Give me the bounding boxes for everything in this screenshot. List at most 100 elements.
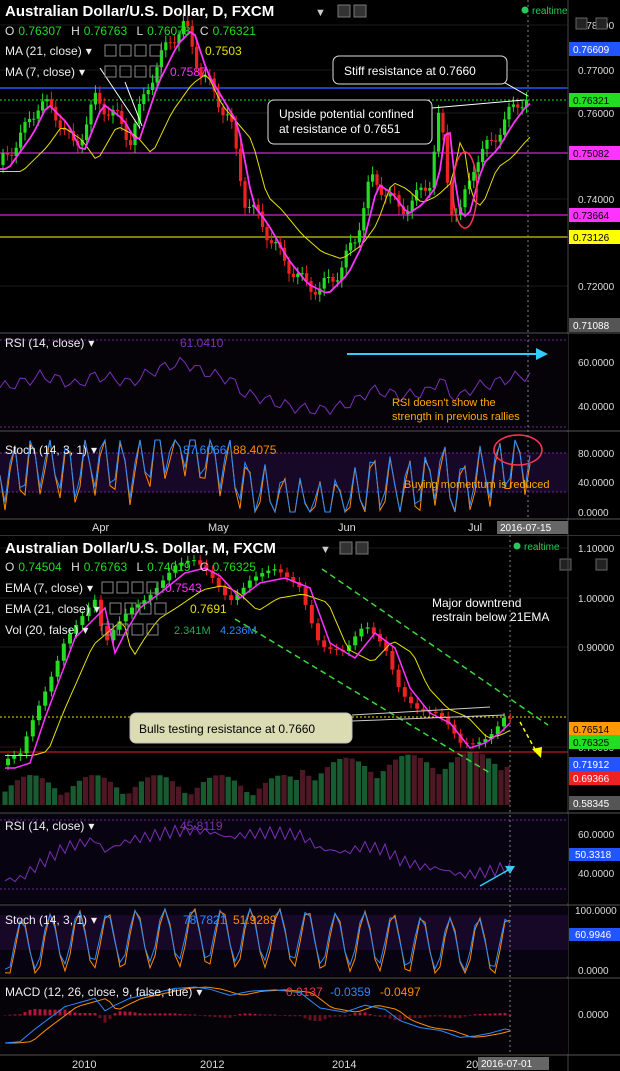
- candle-body: [309, 605, 314, 624]
- volume-bar: [411, 755, 417, 805]
- daily-stoch-label[interactable]: Stoch (14, 3, 1) ▾: [5, 443, 97, 457]
- indicator-controls[interactable]: [101, 581, 159, 594]
- macd-hist-bar: [218, 1015, 222, 1018]
- macd-hist-bar: [503, 1012, 507, 1016]
- candle-body: [115, 109, 119, 112]
- macd-hist-bar: [363, 1012, 367, 1016]
- candle-body: [254, 576, 258, 581]
- daily-stoch-d-value: 88.4075: [233, 443, 277, 457]
- candle-body: [344, 250, 348, 268]
- callout-bulls-testing: Bulls testing resistance at 0.7660: [129, 712, 353, 744]
- daily-rsi-label[interactable]: RSI (14, close) ▾: [5, 336, 94, 350]
- price-tag-text: 0.71088: [573, 321, 610, 332]
- macd-hist-bar: [153, 1013, 157, 1016]
- candle-body: [489, 140, 493, 142]
- macd-hist-bar: [23, 1012, 27, 1016]
- monthly-stoch-label[interactable]: Stoch (14, 3, 1) ▾: [5, 913, 97, 927]
- volume-bar: [231, 780, 237, 805]
- callout-stiff-resistance: Stiff resistance at 0.7660: [332, 55, 508, 85]
- gear-icon[interactable]: [355, 541, 369, 555]
- chevron-down-icon[interactable]: ▼: [315, 7, 326, 19]
- volume-bar: [126, 793, 132, 805]
- volume-bar: [52, 788, 58, 805]
- bulls-pointer-2: [351, 714, 506, 722]
- macd-hist-bar: [103, 1015, 107, 1023]
- volume-bar: [21, 776, 27, 805]
- macd-hist-bar: [298, 1015, 302, 1017]
- monthly-title[interactable]: Australian Dollar/U.S. Dollar, M, FXCM: [5, 540, 276, 557]
- scroll-up-icon[interactable]: [559, 558, 572, 571]
- monthly-vol-value-2: 4.236M: [220, 625, 257, 637]
- candle-body: [274, 242, 278, 244]
- settings-icon[interactable]: [339, 541, 353, 555]
- volume-bar: [107, 781, 113, 805]
- stoch-axis-80: 80.0000: [578, 449, 615, 460]
- monthly-rsi-label[interactable]: RSI (14, close) ▾: [5, 819, 94, 833]
- daily-ma7-label[interactable]: MA (7, close) ▾: [5, 65, 85, 79]
- candle-body: [396, 669, 401, 688]
- candle-body: [223, 587, 227, 596]
- macd-hist-bar: [353, 1013, 357, 1016]
- volume-bar: [138, 781, 144, 805]
- price-axis-tick: 0.72000: [578, 282, 615, 293]
- volume-bar: [194, 787, 200, 805]
- volume-bar: [492, 763, 498, 805]
- monthly-ema21-label[interactable]: EMA (21, close) ▾: [5, 602, 100, 616]
- macd-hist-bar: [333, 1015, 337, 1017]
- macd-hist-bar: [243, 1013, 247, 1016]
- candle-body: [61, 643, 66, 661]
- m-stoch-axis-0: 0.0000: [578, 966, 609, 977]
- svg-text:Stiff resistance at 0.7660: Stiff resistance at 0.7660: [344, 64, 476, 78]
- volume-bar: [163, 777, 169, 805]
- candle-body: [247, 206, 251, 208]
- candle-body: [265, 227, 269, 241]
- daily-title[interactable]: Australian Dollar/U.S. Dollar, D, FXCM: [5, 3, 274, 20]
- candle-body: [6, 758, 10, 765]
- price-tag-text: 0.73126: [573, 233, 610, 244]
- candle-body: [49, 676, 54, 692]
- macd-axis-0: 0.0000: [578, 1010, 609, 1021]
- scroll-up-icon[interactable]: [575, 17, 588, 30]
- candle-body: [5, 153, 9, 155]
- volume-bar: [399, 756, 405, 805]
- candle-body: [327, 276, 331, 278]
- volume-bar: [58, 794, 64, 805]
- gear-icon[interactable]: [353, 4, 367, 18]
- candle-body: [151, 82, 155, 90]
- macd-hist-bar: [448, 1015, 452, 1018]
- macd-hist-bar: [348, 1014, 352, 1016]
- monthly-vol-label[interactable]: Vol (20, false) ▾: [5, 623, 88, 637]
- monthly-stoch-d-value: 51.9289: [233, 913, 277, 927]
- macd-hist-bar: [158, 1013, 162, 1016]
- macd-hist-bar: [418, 1015, 422, 1019]
- candle-body: [98, 92, 102, 104]
- candle-body: [27, 118, 31, 123]
- macd-hist-bar: [378, 1015, 382, 1018]
- chevron-down-icon[interactable]: ▼: [320, 544, 331, 556]
- settings-icon[interactable]: [337, 4, 351, 18]
- macd-hist-bar: [468, 1014, 472, 1016]
- candle-body: [520, 107, 524, 109]
- scroll-down-icon[interactable]: [595, 558, 608, 571]
- monthly-macd-label[interactable]: MACD (12, 26, close, 9, false, true) ▾: [5, 985, 202, 999]
- price-tag-text: 0.69366: [573, 774, 610, 785]
- monthly-ema7-value: 0.7543: [165, 581, 202, 595]
- volume-bar: [504, 766, 510, 805]
- candle-body: [349, 242, 353, 251]
- candle-body: [415, 703, 420, 709]
- volume-bar: [281, 775, 287, 805]
- x-label-apr: Apr: [92, 522, 109, 534]
- macd-hist-bar: [13, 1014, 17, 1016]
- macd-v3: -0.0497: [380, 985, 421, 999]
- daily-ma21-label[interactable]: MA (21, close) ▾: [5, 44, 92, 58]
- svg-text:at resistance of 0.7651: at resistance of 0.7651: [279, 122, 401, 136]
- macd-hist-bar: [113, 1013, 117, 1016]
- macd-hist-bar: [463, 1015, 467, 1017]
- monthly-ema7-label[interactable]: EMA (7, close) ▾: [5, 581, 93, 595]
- volume-bar: [182, 792, 188, 805]
- macd-hist-bar: [483, 1013, 487, 1016]
- scroll-down-icon[interactable]: [595, 17, 608, 30]
- candle-body: [357, 230, 361, 243]
- candle-body: [335, 280, 339, 282]
- price-axis-tick: 1.10000: [578, 544, 615, 555]
